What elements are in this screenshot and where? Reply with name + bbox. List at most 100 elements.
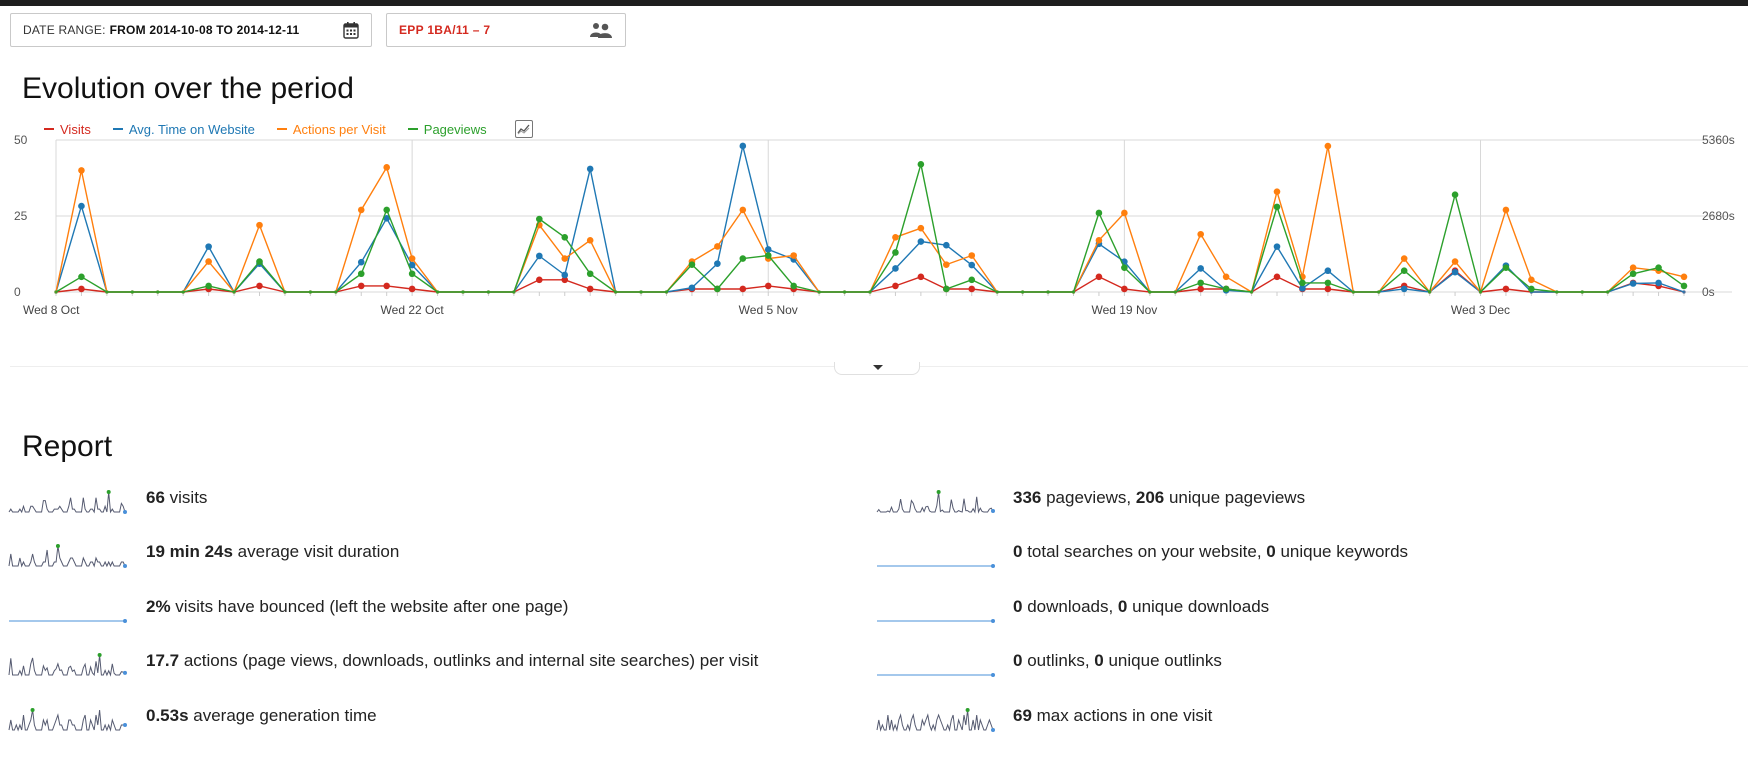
series-line-avg-time-on-website xyxy=(55,145,1685,293)
report-title: Report xyxy=(22,430,113,463)
data-point xyxy=(1655,279,1662,287)
data-point xyxy=(1606,290,1610,294)
sparkline-actions[interactable] xyxy=(8,651,130,679)
data-point xyxy=(1428,290,1432,294)
report-metric-right-2: 0 downloads, 0 unique downloads xyxy=(1013,597,1269,617)
series-line-pageviews xyxy=(55,163,1685,293)
data-point xyxy=(1222,273,1230,281)
data-point xyxy=(892,233,899,241)
data-point xyxy=(739,255,747,262)
data-point xyxy=(78,202,85,210)
data-point xyxy=(1249,290,1254,294)
data-point xyxy=(435,290,440,294)
report-metric-left-3: 17.7 actions (page views, downloads, out… xyxy=(146,651,758,671)
data-point xyxy=(1197,265,1204,272)
metric-label: outlinks, xyxy=(1022,651,1095,670)
data-point xyxy=(614,290,618,294)
calendar-icon[interactable] xyxy=(343,22,359,42)
data-point xyxy=(1528,285,1535,293)
data-point xyxy=(917,224,925,232)
data-point xyxy=(512,290,516,294)
data-point xyxy=(1680,273,1688,281)
sparkline-gentime[interactable] xyxy=(8,706,130,734)
data-point xyxy=(156,290,160,294)
metric-label: unique downloads xyxy=(1127,597,1270,616)
data-point xyxy=(1400,285,1408,293)
segment-selector[interactable]: EPP 1BA/11 – 7 xyxy=(386,13,626,47)
data-point xyxy=(1682,290,1686,294)
graph-expand-toggle[interactable] xyxy=(834,362,920,375)
data-point xyxy=(1222,285,1230,293)
data-point xyxy=(181,290,185,294)
report-metric-right-1: 0 total searches on your website, 0 uniq… xyxy=(1013,542,1408,562)
data-point xyxy=(968,252,976,259)
date-range-value: FROM 2014-10-08 TO 2014-12-11 xyxy=(109,23,300,37)
sparkline-zero-3[interactable] xyxy=(876,651,998,679)
data-point xyxy=(1400,255,1408,262)
data-point xyxy=(739,142,747,150)
sparkline-maxactions-4[interactable] xyxy=(876,706,998,734)
sparkline-path xyxy=(876,491,994,514)
metric-label: max actions in one visit xyxy=(1031,706,1213,725)
data-point xyxy=(1173,290,1177,294)
sparkline-path xyxy=(8,545,126,568)
data-point xyxy=(764,282,772,290)
segment-users-icon[interactable] xyxy=(589,22,613,41)
data-point xyxy=(1555,290,1559,294)
data-point xyxy=(664,290,669,294)
data-point xyxy=(1021,290,1025,294)
data-point xyxy=(714,260,721,267)
data-point xyxy=(461,290,465,294)
data-point xyxy=(943,285,950,293)
sparkline-visits[interactable] xyxy=(8,488,130,516)
data-point xyxy=(1121,285,1128,293)
report-metric-right-0: 336 pageviews, 206 unique pageviews xyxy=(1013,488,1305,508)
metric-value: 0 xyxy=(1013,597,1023,616)
y-tick-label-right: 0s xyxy=(1702,285,1715,299)
sparkline-pageviews-0[interactable] xyxy=(876,488,998,516)
sparkline-bounce[interactable] xyxy=(8,597,130,625)
report-metric-right-3: 0 outlinks, 0 unique outlinks xyxy=(1013,651,1222,671)
data-point xyxy=(1121,264,1128,271)
sparkline-zero-1[interactable] xyxy=(876,542,998,570)
data-point xyxy=(408,285,416,293)
data-point xyxy=(357,206,365,214)
data-point xyxy=(917,161,925,168)
data-point xyxy=(232,290,236,294)
data-point xyxy=(943,261,950,268)
data-point xyxy=(1148,290,1152,294)
data-point xyxy=(205,243,212,250)
metric-value: 69 xyxy=(1013,706,1032,725)
data-point xyxy=(54,290,58,294)
y-tick-label-left: 25 xyxy=(14,209,28,223)
data-point xyxy=(739,285,747,293)
sparkline-duration[interactable] xyxy=(8,542,130,570)
data-point xyxy=(790,282,797,290)
metric-label: pageviews, xyxy=(1041,488,1136,507)
metric-label: average visit duration xyxy=(232,542,400,561)
data-point xyxy=(1502,285,1510,293)
sparkline-path xyxy=(8,491,126,514)
report-metric-left-4: 0.53s average generation time xyxy=(146,706,377,726)
metric-value: 0 xyxy=(1094,651,1104,670)
data-point xyxy=(78,167,85,174)
metric-label: total searches on your website, xyxy=(1022,542,1267,561)
data-point xyxy=(1502,264,1510,271)
data-point xyxy=(968,285,976,293)
metric-value: 0 xyxy=(1013,651,1023,670)
data-point xyxy=(1324,285,1332,293)
data-point xyxy=(334,290,338,294)
metric-label: actions (page views, downloads, outlinks… xyxy=(179,651,759,670)
date-range-selector[interactable]: DATE RANGE: FROM 2014-10-08 TO 2014-12-1… xyxy=(10,13,372,47)
series-line-visits xyxy=(55,269,1685,293)
metric-value: 0 xyxy=(1117,597,1128,616)
data-point xyxy=(842,290,847,294)
sparkline-max-marker xyxy=(97,653,102,657)
data-point xyxy=(1655,264,1662,271)
data-point xyxy=(1629,280,1637,287)
sparkline-end-marker xyxy=(123,619,127,623)
sparkline-zero-2[interactable] xyxy=(876,597,998,625)
metric-label: visits have bounced (left the website af… xyxy=(170,597,569,616)
data-point xyxy=(1197,285,1204,293)
data-point xyxy=(1324,142,1332,150)
